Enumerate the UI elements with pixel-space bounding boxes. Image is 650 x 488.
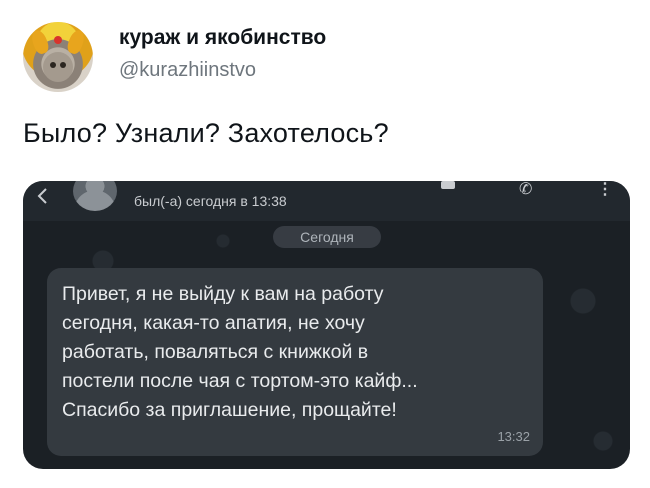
message-time: 13:32 — [497, 429, 530, 444]
author-avatar[interactable] — [23, 22, 93, 92]
last-seen-status: был(-а) сегодня в 13:38 — [134, 193, 287, 209]
author-name[interactable]: кураж и якобинство — [119, 26, 326, 50]
back-arrow-icon[interactable] — [35, 187, 53, 205]
message-line: сегодня, какая-то апатия, не хочу — [62, 312, 365, 334]
video-call-icon[interactable] — [441, 181, 455, 189]
avatar-face — [43, 52, 73, 82]
message-bubble[interactable]: Привет, я не выйду к вам на работу сегод… — [47, 268, 543, 456]
message-line: работать, поваляться с книжкой в — [62, 341, 369, 363]
phone-icon[interactable]: ✆ — [519, 181, 532, 199]
avatar-gem — [54, 36, 62, 44]
avatar-eye-left — [50, 62, 56, 68]
contact-avatar[interactable] — [73, 181, 117, 211]
tweet-text: Было? Узнали? Захотелось? — [23, 118, 389, 148]
chat-header: был(-а) сегодня в 13:38 ✆ ⋮ — [23, 181, 630, 221]
avatar-ear-left — [29, 28, 51, 56]
tweet-media-screenshot[interactable]: был(-а) сегодня в 13:38 ✆ ⋮ Сегодня Прив… — [23, 181, 630, 469]
message-line: постели после чая с тортом-это кайф... — [62, 370, 418, 392]
author-handle[interactable]: @kurazhiinstvo — [119, 59, 256, 82]
message-line: Привет, я не выйду к вам на работу — [62, 283, 384, 305]
date-separator: Сегодня — [273, 226, 381, 248]
message-line: Спасибо за приглашение, прощайте! — [62, 399, 397, 421]
avatar-eye-right — [60, 62, 66, 68]
more-options-icon[interactable]: ⋮ — [597, 181, 613, 199]
avatar-ear-right — [65, 28, 87, 56]
